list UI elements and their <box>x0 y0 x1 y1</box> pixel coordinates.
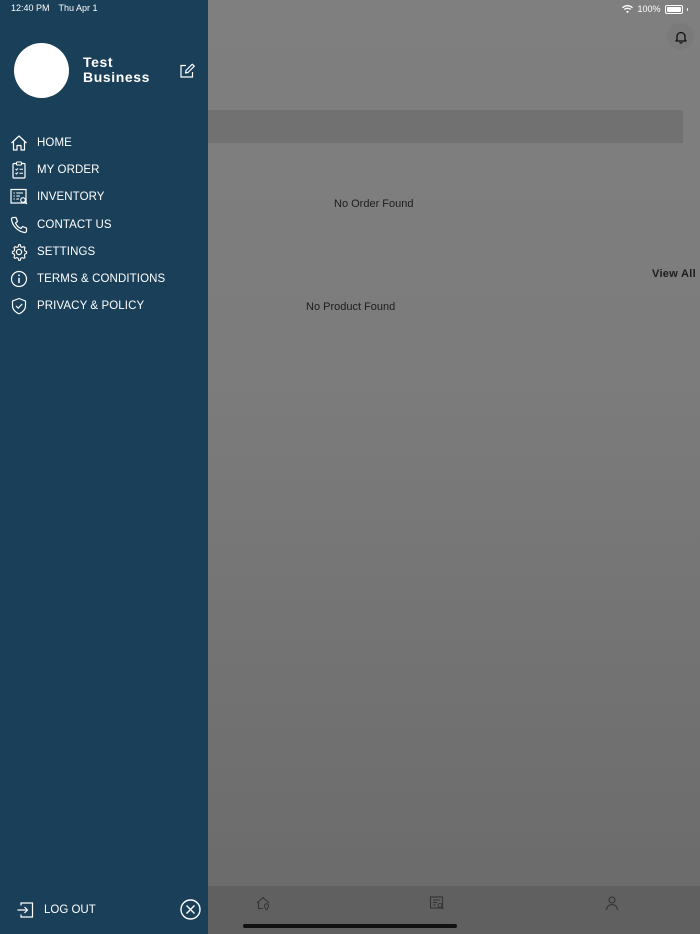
sidebar-item-label: CONTACT US <box>37 218 112 231</box>
home-icon <box>10 134 28 152</box>
avatar[interactable] <box>14 43 69 98</box>
view-all-link[interactable]: View All <box>652 268 696 280</box>
tab-orders[interactable] <box>428 894 446 912</box>
close-drawer-button[interactable] <box>180 899 201 920</box>
status-date: Thu Apr 1 <box>58 3 98 13</box>
drawer-menu: HOME MY ORDER INVENTORY CONTACT US SETTI… <box>0 129 208 320</box>
sidebar-item-home[interactable]: HOME <box>0 129 208 156</box>
wifi-icon <box>622 5 634 13</box>
edit-icon <box>178 62 196 80</box>
gear-icon <box>10 243 28 261</box>
status-indicators: 100% <box>622 2 688 16</box>
sidebar-item-contact-us[interactable]: CONTACT US <box>0 211 208 238</box>
notification-bell-button[interactable] <box>667 23 694 50</box>
shield-check-icon <box>10 297 28 315</box>
tab-home[interactable] <box>254 894 272 912</box>
sidebar-item-label: HOME <box>37 136 72 149</box>
status-time-date: 12:40 PM Thu Apr 1 <box>11 3 98 13</box>
logout-icon <box>16 901 34 919</box>
sidebar-item-label: MY ORDER <box>37 163 100 176</box>
business-name: Test Business <box>83 54 151 85</box>
no-product-text: No Product Found <box>306 301 396 313</box>
search-bar[interactable] <box>208 110 683 143</box>
phone-icon <box>10 216 28 234</box>
battery-percent: 100% <box>637 4 661 14</box>
inventory-icon <box>10 188 28 206</box>
no-order-text: No Order Found <box>334 198 414 210</box>
sidebar-item-label: TERMS & CONDITIONS <box>37 273 166 286</box>
logout-button[interactable]: LOG OUT <box>0 897 160 923</box>
sidebar-item-label: PRIVACY & POLICY <box>37 300 145 313</box>
side-drawer: 12:40 PM Thu Apr 1 Test Business HOME MY… <box>0 0 208 934</box>
sidebar-item-label: INVENTORY <box>37 191 105 204</box>
sidebar-item-inventory[interactable]: INVENTORY <box>0 184 208 211</box>
bell-icon <box>674 30 688 44</box>
clipboard-icon <box>10 161 28 179</box>
order-list-icon <box>429 895 445 911</box>
info-icon <box>10 270 28 288</box>
tab-profile[interactable] <box>603 894 621 912</box>
sidebar-item-privacy[interactable]: PRIVACY & POLICY <box>0 293 208 320</box>
sidebar-item-my-order[interactable]: MY ORDER <box>0 156 208 183</box>
user-icon <box>604 895 620 911</box>
home-location-icon <box>255 895 271 911</box>
home-indicator <box>243 924 457 928</box>
close-icon <box>180 899 201 920</box>
battery-icon <box>664 4 683 14</box>
logout-label: LOG OUT <box>44 904 96 916</box>
edit-profile-button[interactable] <box>178 62 196 80</box>
sidebar-item-settings[interactable]: SETTINGS <box>0 238 208 265</box>
status-time: 12:40 PM <box>11 3 50 13</box>
sidebar-item-label: SETTINGS <box>37 245 96 258</box>
sidebar-item-terms[interactable]: TERMS & CONDITIONS <box>0 265 208 292</box>
